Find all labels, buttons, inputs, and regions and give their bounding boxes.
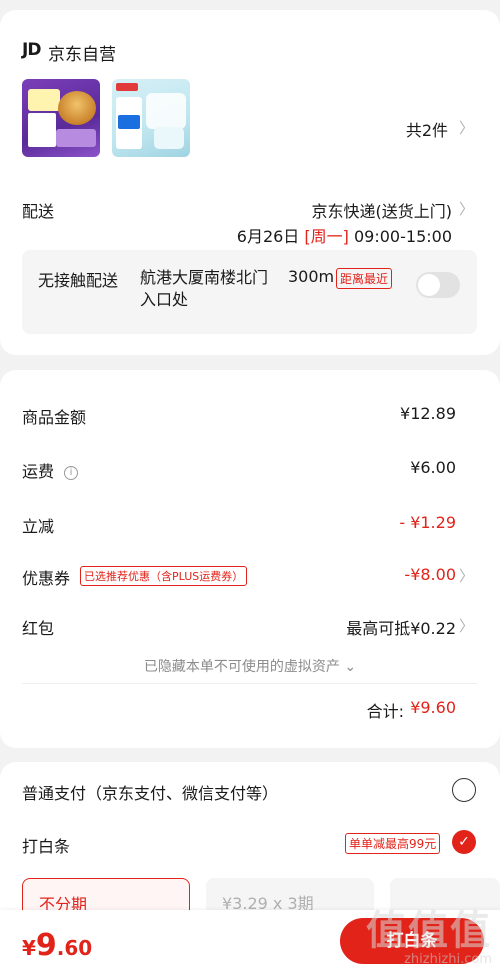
coupon-label: 优惠券 [22,569,71,588]
redpack-value[interactable]: 最高可抵¥0.22 [346,615,456,639]
divider [22,683,477,684]
drop-off-address: 航港大厦南楼北门入口处 [140,268,269,309]
store-name: 京东自营 [48,45,116,65]
discount-value: - ¥1.29 [399,513,456,532]
contactless-label: 无接触配送 [38,271,119,290]
coupon-value[interactable]: -¥8.00 [404,565,456,584]
discount-label: 立减 [22,517,55,536]
contactless-delivery-box: 无接触配送 航港大厦南楼北门入口处 300m 距离最近 [22,250,477,334]
baitiao-promo-badge: 单单减最高99元 [345,833,441,854]
goods-amount-label: 商品金额 [22,408,87,427]
contactless-toggle[interactable] [416,272,460,298]
item-count[interactable]: 共2件 [406,117,448,141]
normal-payment-label[interactable]: 普通支付（京东支付、微信支付等） [22,780,278,804]
info-icon[interactable]: i [64,465,79,480]
chevron-right-icon[interactable]: 〉 [459,615,474,636]
goods-amount-value: ¥12.89 [400,404,456,423]
chevron-down-icon: ⌄ [344,659,357,675]
shipping-label: 配送 [22,202,55,221]
total-value: ¥9.60 [410,698,456,717]
redpack-label: 红包 [22,619,55,638]
pay-button[interactable]: 打白条 [340,918,484,964]
store-card: JD 京东自营 共2件 〉 配送 京东快递(送货上门) 〉 6月26日 [周一]… [0,10,500,355]
delivery-window: 09:00-15:00 [354,227,452,246]
hidden-assets-text: 已隐藏本单不可使用的虚拟资产 [143,659,340,675]
price-summary-card: 商品金额 ¥12.89 运费 i ¥6.00 立减 - ¥1.29 优惠券 已选推… [0,370,500,748]
delivery-time[interactable]: 6月26日 [周一] 09:00-15:00 [237,223,452,247]
total-label: 合计: [366,702,404,721]
amount-decimal: .60 [56,936,93,960]
checkout-bar: ¥9.60 打白条 [0,910,500,974]
product-thumbnail-floss[interactable] [112,79,190,157]
amount-integer: 9 [35,928,57,963]
chevron-right-icon[interactable]: 〉 [459,565,474,586]
coupon-recommend-badge: 已选推荐优惠（含PLUS运费券） [80,566,248,586]
pay-amount: ¥9.60 [22,928,92,963]
nearest-badge: 距离最近 [336,268,393,289]
product-thumbnail-noodles[interactable] [22,79,100,157]
delivery-weekday: [周一] [304,227,349,246]
normal-payment-radio[interactable] [452,778,476,802]
drop-off-distance: 300m [288,267,335,286]
shipping-method[interactable]: 京东快递(送货上门) [312,198,453,222]
freight-label: 运费 i [22,458,79,482]
jd-logo-icon: JD [22,40,41,60]
baitiao-label[interactable]: 打白条 [22,833,70,857]
baitiao-selected-check-icon[interactable]: ✓ [452,830,476,854]
chevron-right-icon[interactable]: 〉 [459,198,474,219]
freight-value: ¥6.00 [410,458,456,477]
toggle-knob [418,274,440,296]
delivery-date: 6月26日 [236,227,300,246]
currency-symbol: ¥ [22,936,36,960]
chevron-right-icon[interactable]: 〉 [459,117,474,138]
hidden-assets-toggle[interactable]: 已隐藏本单不可使用的虚拟资产 ⌄ [0,656,500,676]
freight-label-text: 运费 [22,462,55,481]
